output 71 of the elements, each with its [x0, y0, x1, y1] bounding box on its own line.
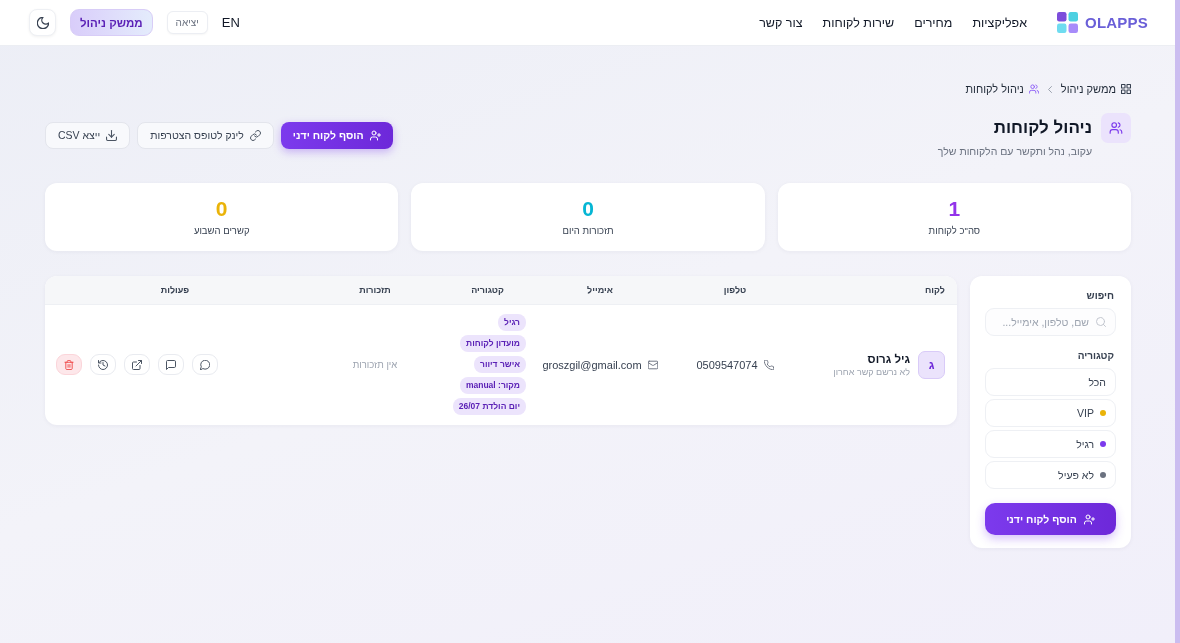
search-label: חיפוש — [1085, 290, 1115, 302]
stat-value: 0 — [215, 198, 228, 220]
user-plus-icon — [369, 129, 381, 141]
search-field[interactable]: שם, טלפון, אימייל... — [985, 308, 1116, 336]
column-header: לקוח — [925, 285, 945, 295]
stat-value: 1 — [948, 198, 961, 220]
mail-icon — [647, 359, 658, 370]
grid-icon — [1121, 84, 1131, 94]
category-tag: יום הולדת 26/07 — [452, 398, 526, 415]
column-header: אימייל — [587, 285, 613, 295]
square-speech-bubble-icon — [166, 359, 176, 370]
customer-avatar: ג — [918, 350, 945, 379]
delete-button[interactable] — [56, 354, 82, 375]
stat-label: סה"כ לקוחות — [928, 225, 981, 236]
theme-toggle-button[interactable] — [29, 9, 56, 36]
last-contact-text: לא נרשם קשר אחרון — [833, 366, 910, 377]
add-customer-button[interactable]: הוסף לקוח ידני — [985, 503, 1116, 535]
category-option[interactable]: VIP — [985, 399, 1116, 427]
moon-icon — [36, 16, 49, 29]
download-icon — [106, 129, 118, 141]
nav-link[interactable]: מחירים — [914, 15, 953, 30]
nav-link[interactable]: צור קשר — [759, 15, 803, 30]
category-tag: מועדון לקוחות — [460, 335, 526, 352]
signup-form-link-button[interactable]: לינק לטופס הצטרפות — [137, 121, 274, 149]
category-option[interactable]: הכל — [985, 368, 1116, 396]
link-icon — [249, 129, 261, 141]
history-button[interactable] — [90, 354, 116, 375]
customer-name[interactable]: גיל גרוס — [833, 352, 910, 365]
stat-label: קשרים השבוע — [193, 225, 250, 236]
phone-number: 0509547074 — [696, 358, 758, 371]
search-icon — [1096, 317, 1106, 327]
breadcrumb-link[interactable]: ממשק ניהול — [1060, 83, 1116, 95]
category-label: קטגוריה — [1076, 350, 1115, 362]
column-header: קטגוריה — [471, 285, 504, 295]
email-address: groszgil@gmail.com — [542, 358, 642, 371]
chat-button[interactable] — [192, 354, 218, 375]
logout-button[interactable]: יציאה — [166, 11, 208, 34]
scrollbar[interactable] — [1175, 0, 1180, 643]
export-csv-button[interactable]: ייצא CSV — [45, 121, 131, 149]
logo-text[interactable]: OLAPPS — [1085, 14, 1148, 31]
add-customer-button[interactable]: הוסף לקוח ידני — [280, 121, 393, 149]
reminders-text: אין תזכורות — [352, 359, 398, 370]
category-tag: אישר דיוור — [474, 356, 526, 373]
open-link-button[interactable] — [124, 354, 150, 375]
column-header: טלפון — [723, 285, 747, 295]
category-option[interactable]: לא פעיל — [985, 461, 1116, 489]
chevron-icon — [1047, 85, 1052, 93]
nav-link[interactable]: אפליקציות — [972, 15, 1028, 30]
trash-icon — [64, 359, 74, 370]
page-title: ניהול לקוחות — [992, 117, 1092, 139]
page-subtitle: עקוב, נהל ותקשר עם הלקוחות שלך — [937, 145, 1092, 157]
nav-link[interactable]: שירות לקוחות — [822, 15, 895, 30]
logo-icon[interactable] — [1057, 12, 1079, 33]
message-button[interactable] — [158, 354, 184, 375]
phone-icon — [763, 359, 774, 370]
column-header: תזכורות — [359, 285, 391, 295]
stat-label: תזכורות היום — [562, 225, 614, 236]
round-speech-bubble-icon — [200, 359, 210, 370]
user-plus-icon — [1083, 513, 1095, 525]
category-option[interactable]: רגיל — [985, 430, 1116, 458]
external-link-icon — [132, 359, 142, 370]
users-icon — [1028, 84, 1039, 94]
category-tag: רגיל — [498, 314, 526, 331]
breadcrumb-link[interactable]: ניהול לקוחות — [965, 83, 1024, 95]
stat-value: 0 — [582, 198, 594, 220]
column-header: פעולות — [160, 285, 190, 295]
category-tag: מקור: manual — [459, 377, 526, 394]
users-icon — [1101, 113, 1131, 143]
admin-panel-button[interactable]: ממשק ניהול — [70, 9, 153, 36]
history-icon — [98, 359, 108, 370]
language-link[interactable]: EN — [221, 15, 240, 30]
